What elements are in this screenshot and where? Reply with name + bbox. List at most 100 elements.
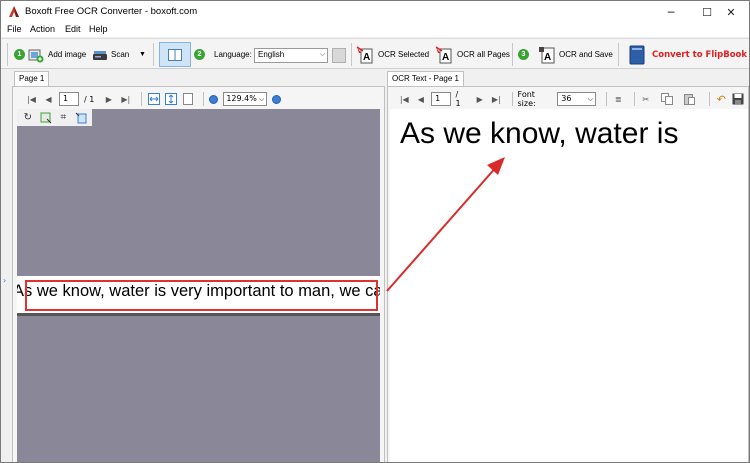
tab-page-1[interactable]: Page 1 [14, 71, 50, 86]
undo-icon[interactable]: ↶ [715, 92, 728, 106]
image-nav-bar: |◀ ◀ 1 / 1 ▶ ▶| 129.4% ⌵ [25, 91, 286, 107]
ocr-page-total: / 1 [455, 90, 461, 108]
convert-flipbook-label: Convert to FlipBook [652, 50, 748, 60]
language-options-button[interactable] [332, 48, 346, 63]
ocr-selected-button[interactable]: A OCR Selected [356, 39, 429, 70]
language-select[interactable]: English ⌵ [254, 48, 328, 63]
next-page-icon[interactable]: ▶ [473, 92, 486, 106]
nav-divider [141, 92, 143, 106]
toolbar-divider [618, 43, 619, 66]
chevron-down-icon: ⌵ [587, 95, 593, 103]
close-button[interactable]: ✕ [713, 1, 749, 23]
toolbar-divider [153, 43, 154, 66]
flipbook-icon [629, 45, 645, 65]
font-size-select[interactable]: 36 ⌵ [557, 92, 596, 106]
next-page-icon[interactable]: ▶ [102, 92, 115, 106]
page-total: / 1 [84, 94, 95, 104]
menu-help[interactable]: Help [89, 24, 108, 34]
tab-ocr-text[interactable]: OCR Text - Page 1 [387, 71, 464, 86]
text-line-shadow [17, 313, 380, 316]
ocr-selected-label: OCR Selected [378, 50, 430, 59]
zoom-select[interactable]: 129.4% ⌵ [223, 92, 268, 106]
scan-label: Scan [111, 50, 130, 59]
ocr-all-pages-label: OCR all Pages [457, 50, 510, 59]
nav-divider [606, 92, 607, 106]
scanner-icon [93, 50, 107, 60]
minimize-button[interactable]: ─ [653, 1, 689, 23]
convert-flipbook-button[interactable]: Convert to FlipBook [629, 43, 747, 67]
ocr-all-pages-icon: A [435, 45, 452, 63]
svg-text:A: A [363, 52, 370, 63]
layout-icon [168, 48, 182, 61]
zoom-value: 129.4% [226, 94, 257, 103]
chevron-down-icon: ⌵ [259, 95, 265, 103]
crop-icon[interactable]: ⌗ [57, 111, 71, 124]
menu-action[interactable]: Action [30, 24, 55, 34]
cut-icon[interactable]: ✂ [639, 92, 652, 106]
deskew-icon[interactable] [74, 111, 88, 124]
language-value: English [258, 50, 285, 59]
layout-toggle-button[interactable] [159, 42, 191, 67]
toolbar-divider [512, 43, 513, 66]
prev-page-icon[interactable]: ◀ [42, 92, 55, 106]
title-bar: Boxoft Free OCR Converter - boxoft.com ─… [1, 1, 749, 23]
svg-text:A: A [544, 52, 551, 63]
selection-highlight-box [25, 280, 378, 311]
step-2-badge: 2 [194, 39, 205, 70]
actual-size-icon[interactable] [181, 92, 194, 106]
nav-divider [633, 92, 635, 106]
scan-dropdown-arrow[interactable]: ▼ [139, 39, 146, 70]
prev-page-icon[interactable]: ◀ [415, 92, 428, 106]
left-tab-bar: Page 1 [1, 69, 385, 86]
ocr-selected-icon: A [356, 45, 373, 63]
chevron-right-icon[interactable]: › [3, 276, 6, 285]
font-size-label: Font size: [517, 90, 536, 108]
nav-divider [511, 92, 513, 106]
zoom-out-icon[interactable] [209, 94, 219, 104]
rotate-icon[interactable]: ↻ [21, 111, 35, 124]
zoom-in-icon[interactable] [272, 94, 282, 104]
ocr-save-icon: A [539, 46, 555, 63]
toolbar-divider [351, 43, 352, 66]
first-page-icon[interactable]: |◀ [398, 92, 411, 106]
ocr-and-save-label: OCR and Save [559, 50, 613, 59]
copy-icon[interactable] [661, 92, 674, 106]
nav-divider [709, 92, 711, 106]
main-toolbar: 1 Add image Scan ▼ 2 Language: English ⌵… [1, 38, 749, 69]
window-title: Boxoft Free OCR Converter - boxoft.com [25, 6, 198, 17]
nav-divider [203, 92, 205, 106]
align-icon[interactable]: ≣ [612, 92, 625, 106]
menu-bar: File Action Edit Help [1, 23, 749, 37]
chevron-down-icon: ⌵ [319, 51, 325, 58]
paste-icon[interactable] [683, 92, 696, 106]
add-image-button[interactable]: Add image [28, 39, 86, 70]
fit-width-icon[interactable] [147, 92, 160, 106]
page-number-input[interactable]: 1 [59, 92, 79, 106]
menu-file[interactable]: File [7, 24, 22, 34]
last-page-icon[interactable]: ▶| [119, 92, 132, 106]
ocr-text-editor[interactable]: As we know, water is [390, 109, 748, 462]
page-image-canvas[interactable]: ↻ ⌗ As we know, water is very important … [17, 109, 380, 462]
select-region-icon[interactable] [39, 111, 53, 124]
add-image-icon [28, 49, 44, 62]
ocr-result-text: As we know, water is [400, 117, 679, 150]
step-3-badge: 3 [518, 39, 529, 70]
fit-height-icon[interactable] [164, 92, 177, 106]
ocr-page-number-input[interactable]: 1 [431, 92, 451, 106]
ocr-and-save-button[interactable]: A OCR and Save [538, 39, 613, 70]
ocr-all-pages-button[interactable]: A OCR all Pages [435, 39, 510, 70]
toolbar-divider [7, 43, 8, 66]
app-logo-icon [9, 6, 19, 17]
add-image-label: Add image [48, 50, 87, 59]
app-window: Boxoft Free OCR Converter - boxoft.com ─… [0, 0, 750, 463]
image-pane: |◀ ◀ 1 / 1 ▶ ▶| 129.4% ⌵ ↻ ⌗ As we know,… [12, 86, 385, 462]
scan-button[interactable]: Scan [92, 39, 129, 70]
ocr-nav-bar: |◀ ◀ 1 / 1 ▶ ▶| Font size: 36 ⌵ ≣ ✂ ↶ [398, 90, 748, 108]
last-page-icon[interactable]: ▶| [490, 92, 503, 106]
step-1-badge: 1 [14, 39, 25, 70]
right-tab-bar: OCR Text - Page 1 [387, 69, 749, 86]
first-page-icon[interactable]: |◀ [25, 92, 38, 106]
language-label: Language: [214, 50, 252, 59]
save-icon[interactable] [732, 92, 745, 106]
menu-edit[interactable]: Edit [65, 24, 81, 34]
